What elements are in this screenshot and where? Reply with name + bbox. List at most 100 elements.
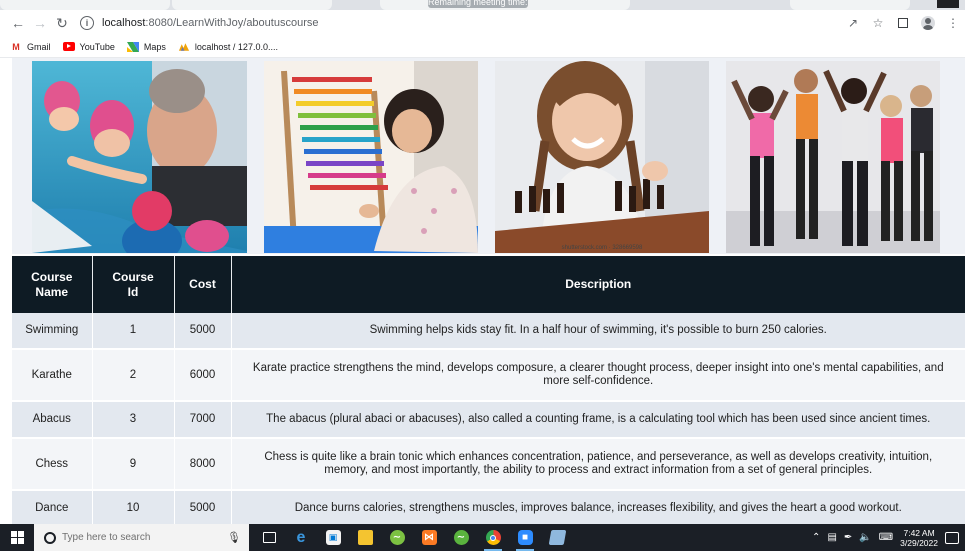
- taskbar-apps: e ▣ ∼ ⋈ ∼ ■: [257, 524, 569, 551]
- task-view-icon: [262, 532, 276, 543]
- system-tray: ⌃ ▤ ✒ 🔈 ⌨ 7:42 AM 3/29/2022: [812, 524, 965, 551]
- folder-icon: [357, 530, 373, 545]
- maps-icon: [126, 41, 139, 52]
- courses-table: Course Name Course Id Cost Description Swi…: [12, 256, 965, 527]
- youtube-icon: [62, 42, 75, 52]
- file-explorer-button[interactable]: [353, 524, 377, 551]
- bookmark-label: YouTube: [79, 41, 115, 52]
- bookmark-localhost[interactable]: localhost / 127.0.0....: [178, 42, 278, 52]
- table-row: Dance 10 5000 Dance burns calories, stre…: [12, 490, 965, 527]
- keyboard-icon[interactable]: ⌨: [879, 532, 893, 543]
- notification-icon[interactable]: [945, 531, 959, 544]
- cell-description: Dance burns calories, strengthens muscle…: [231, 490, 965, 527]
- header-text: Id: [127, 284, 139, 299]
- url-path: :8080/LearnWithJoy/aboutuscourse: [145, 17, 319, 29]
- search-placeholder: Type here to search: [62, 532, 151, 543]
- address-bar[interactable]: i localhost :8080/LearnWithJoy/aboutusco…: [80, 13, 780, 33]
- task-view-button[interactable]: [257, 524, 281, 551]
- swimming-photo: [32, 61, 247, 253]
- edge-button[interactable]: e: [289, 524, 313, 551]
- clock-date: 3/29/2022: [900, 537, 938, 548]
- chess-photo: shutterstock.com · 328669598: [495, 61, 709, 253]
- edge-icon: e: [296, 528, 306, 546]
- chevron-up-icon[interactable]: ⌃: [812, 532, 820, 543]
- start-button[interactable]: [0, 524, 34, 551]
- browser-tab-strip: Remaining meeting time: 0:00: [0, 0, 965, 10]
- bookmarks-bar: M Gmail YouTube Maps localhost / 127.0.0…: [0, 36, 965, 58]
- zoom-icon: ■: [517, 530, 533, 545]
- zoom-button[interactable]: ■: [513, 524, 537, 551]
- bookmark-youtube[interactable]: YouTube: [62, 41, 115, 52]
- cell-cost: 6000: [174, 349, 232, 402]
- cell-cost: 7000: [174, 401, 232, 439]
- eclipse-icon: ∼: [453, 530, 469, 545]
- bookmark-maps[interactable]: Maps: [126, 41, 166, 52]
- eclipse-2-button[interactable]: ∼: [449, 524, 473, 551]
- bookmark-label: localhost / 127.0.0....: [194, 41, 278, 52]
- chrome-button[interactable]: [481, 524, 505, 551]
- dance-photo: [726, 61, 940, 253]
- side-panel-icon[interactable]: [895, 15, 911, 31]
- cell-course-id: 2: [92, 349, 175, 402]
- cell-course-id: 3: [92, 401, 175, 439]
- table-row: Karathe 2 6000 Karate practice strengthe…: [12, 349, 965, 402]
- header-text: Name: [35, 284, 69, 299]
- meeting-time-banner: Remaining meeting time: 0:00: [428, 0, 528, 8]
- header-course-id: Course Id: [92, 256, 175, 313]
- cell-description: Karate practice strengthens the mind, de…: [231, 349, 965, 402]
- window-controls[interactable]: [937, 0, 959, 8]
- pen-icon[interactable]: ✒: [844, 532, 852, 543]
- clock-time: 7:42 AM: [903, 527, 935, 538]
- browser-toolbar: ← → ↻ i localhost :8080/LearnWithJoy/abo…: [0, 10, 965, 36]
- forward-icon[interactable]: →: [30, 13, 50, 33]
- bookmark-star-icon[interactable]: ☆: [870, 15, 886, 31]
- cell-cost: 8000: [174, 438, 232, 491]
- table-row: Swimming 1 5000 Swimming helps kids stay…: [12, 313, 965, 350]
- eclipse-button[interactable]: ∼: [385, 524, 409, 551]
- photo-watermark: shutterstock.com · 328669598: [562, 245, 643, 251]
- profile-icon[interactable]: [920, 15, 936, 31]
- taskbar-clock[interactable]: 7:42 AM 3/29/2022: [900, 528, 938, 548]
- store-button[interactable]: ▣: [321, 524, 345, 551]
- share-icon[interactable]: ↗: [845, 15, 861, 31]
- table-row: Chess 9 8000 Chess is quite like a brain…: [12, 438, 965, 491]
- windows-logo-icon: [10, 531, 24, 544]
- header-text: Course: [112, 269, 154, 284]
- cell-description: Chess is quite like a brain tonic which …: [231, 438, 965, 491]
- cell-cost: 5000: [174, 490, 232, 527]
- browser-tab[interactable]: [172, 0, 332, 10]
- cell-course-id: 1: [92, 313, 175, 350]
- cell-course-id: 10: [92, 490, 175, 527]
- header-cost: Cost: [174, 256, 232, 313]
- header-description: Description: [231, 256, 965, 313]
- notepad-icon: [548, 530, 566, 545]
- network-icon[interactable]: ▤: [827, 532, 836, 543]
- xampp-icon: ⋈: [421, 530, 437, 545]
- eclipse-icon: ∼: [389, 530, 405, 545]
- microphone-icon[interactable]: 🎙: [227, 531, 241, 544]
- header-text: Course: [31, 269, 73, 284]
- reload-icon[interactable]: ↻: [52, 13, 72, 33]
- abacus-photo: [264, 61, 478, 253]
- cell-cost: 5000: [174, 313, 232, 350]
- cell-description: The abacus (plural abaci or abacuses), a…: [231, 401, 965, 439]
- back-icon[interactable]: ←: [8, 13, 28, 33]
- kebab-menu-icon[interactable]: ⋮: [945, 15, 961, 31]
- browser-tab[interactable]: [0, 0, 170, 10]
- cell-course-name: Chess: [12, 438, 93, 491]
- bookmark-gmail[interactable]: M Gmail: [10, 41, 51, 52]
- cell-course-name: Swimming: [12, 313, 93, 350]
- phpmyadmin-icon: [178, 42, 190, 52]
- taskbar-search[interactable]: Type here to search 🎙: [34, 524, 249, 551]
- chrome-icon: [485, 530, 501, 545]
- windows-taskbar: Type here to search 🎙 e ▣ ∼ ⋈ ∼ ■ ⌃ ▤ ✒ …: [0, 524, 965, 551]
- bookmark-label: Maps: [143, 41, 166, 52]
- bookmark-label: Gmail: [27, 41, 51, 52]
- search-icon: [44, 531, 56, 544]
- browser-tab[interactable]: [790, 0, 910, 10]
- volume-icon[interactable]: 🔈: [859, 532, 871, 543]
- notepad-button[interactable]: [545, 524, 569, 551]
- site-info-icon[interactable]: i: [80, 16, 94, 30]
- xampp-button[interactable]: ⋈: [417, 524, 441, 551]
- toolbar-actions: ↗ ☆ ⋮: [845, 13, 965, 33]
